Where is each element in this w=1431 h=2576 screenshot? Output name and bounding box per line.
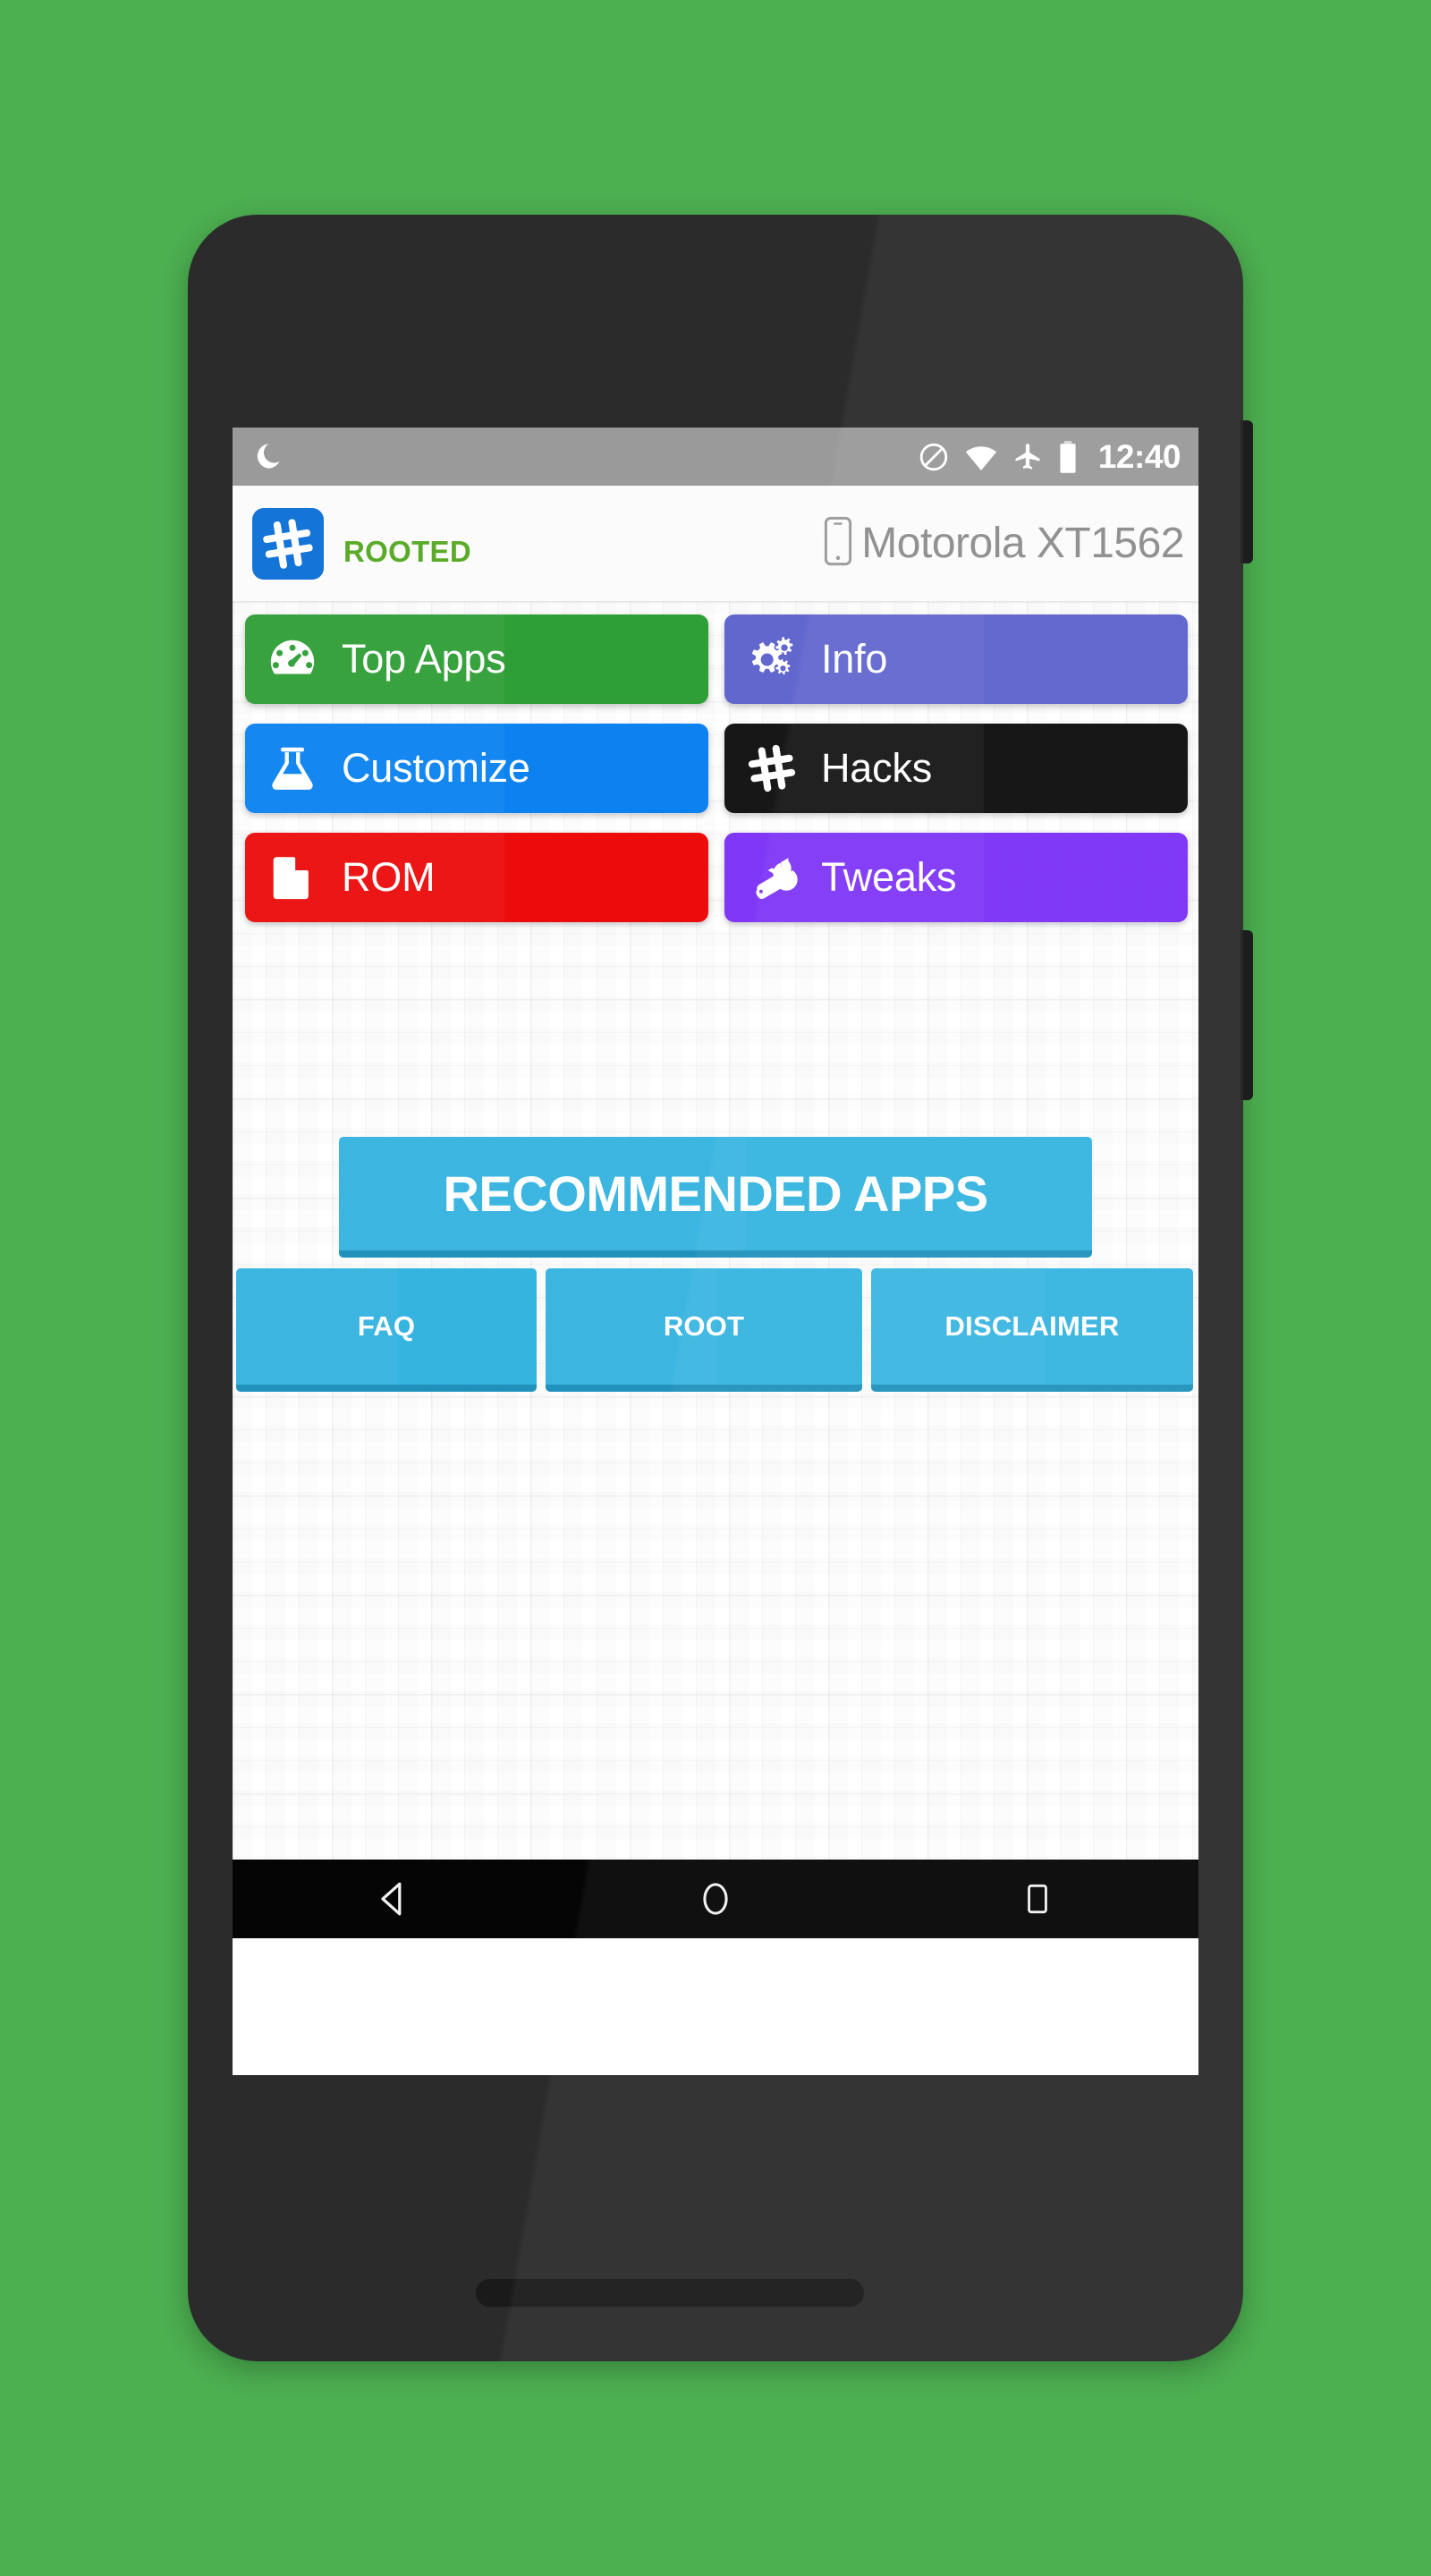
recommended-apps-section: RECOMMENDED APPS [233,1137,1198,1258]
faq-button[interactable]: FAQ [236,1268,537,1392]
volume-button[interactable] [1240,930,1253,1100]
gears-icon [744,631,800,687]
tweaks-label: Tweaks [821,854,957,900]
wifi-icon [964,443,998,471]
square-recents-icon [1028,1884,1047,1914]
smartphone-icon [824,515,852,572]
info-button[interactable]: Info [724,614,1188,704]
document-icon [265,850,320,905]
wrench-icon [744,850,800,905]
top-apps-label: Top Apps [342,636,506,682]
app-content-area: Top Apps Info Customize Hacks ROM Tweaks… [233,602,1198,1938]
status-bar-clock: 12:40 [1097,437,1181,475]
back-key[interactable] [340,1860,447,1938]
speedometer-icon [265,631,320,687]
rom-label: ROM [342,854,436,900]
recents-key[interactable] [984,1860,1091,1938]
home-key[interactable] [662,1860,769,1938]
root-button[interactable]: ROOT [546,1268,862,1392]
link-button-row: FAQ ROOT DISCLAIMER [233,1268,1198,1392]
device-info: Motorola XT1562 [824,515,1184,572]
disclaimer-button[interactable]: DISCLAIMER [871,1268,1193,1392]
android-navigation-bar [233,1860,1198,1938]
circle-home-icon [703,1883,728,1915]
top-apps-button[interactable]: Top Apps [245,614,708,704]
main-button-grid: Top Apps Info Customize Hacks ROM Tweaks [233,602,1198,922]
hashtag-logo-icon [252,507,324,580]
phone-device-frame: 12:40 ROOTED Motorola XT1562 Top Apps In… [188,215,1253,2361]
rom-button[interactable]: ROM [245,833,708,922]
airplane-mode-icon [1012,442,1043,472]
flask-icon [265,741,320,796]
customize-button[interactable]: Customize [245,724,708,813]
status-bar-left [252,441,284,473]
battery-icon [1057,440,1079,474]
tweaks-button[interactable]: Tweaks [724,833,1188,922]
customize-label: Customize [342,745,530,791]
do-not-disturb-icon [918,441,950,473]
device-model-label: Motorola XT1562 [861,520,1184,567]
status-bar: 12:40 [233,428,1198,486]
phone-screen: 12:40 ROOTED Motorola XT1562 Top Apps In… [233,428,1198,2075]
info-label: Info [821,636,888,682]
hashtag-icon [744,741,800,796]
power-button[interactable] [1240,420,1253,564]
root-status-badge: ROOTED [343,534,471,568]
hacks-label: Hacks [821,745,933,791]
status-bar-right: 12:40 [918,438,1181,476]
hacks-button[interactable]: Hacks [724,724,1188,813]
recommended-apps-button[interactable]: RECOMMENDED APPS [339,1137,1092,1258]
app-header-bar: ROOTED Motorola XT1562 [233,486,1198,602]
bottom-speaker [476,2279,864,2307]
triangle-back-icon [381,1882,402,1916]
moon-icon [252,441,284,473]
